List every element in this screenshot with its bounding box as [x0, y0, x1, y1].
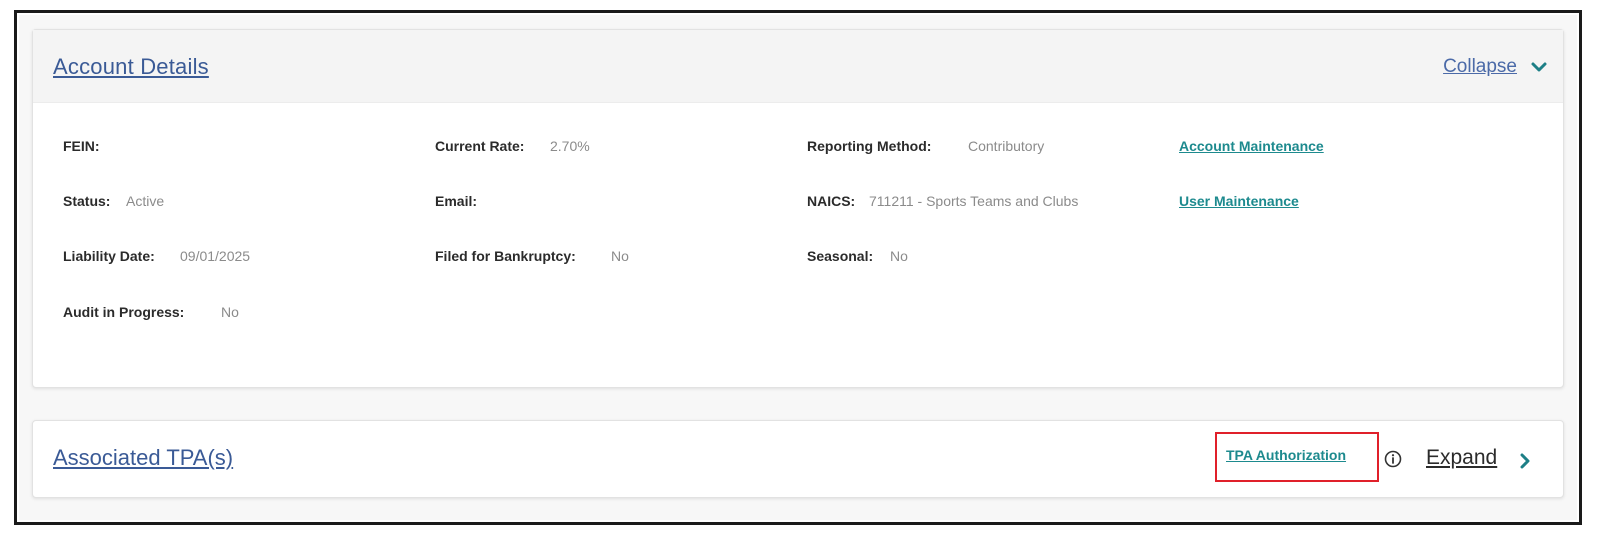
account-details-card: Account Details Collapse FEIN: Current R…: [32, 29, 1564, 388]
status-value: Active: [126, 193, 165, 209]
associated-tpa-title[interactable]: Associated TPA(s): [53, 445, 233, 471]
reporting-method-value: Contributory: [968, 138, 1045, 154]
liability-date-value: 09/01/2025: [180, 248, 251, 264]
liability-date-label: Liability Date:: [63, 248, 155, 264]
collapse-label[interactable]: Collapse: [1443, 56, 1517, 78]
audit-value: No: [221, 304, 239, 320]
page-background: Account Details Collapse FEIN: Current R…: [19, 15, 1577, 520]
filed-bankruptcy-label: Filed for Bankruptcy:: [435, 248, 576, 264]
account-details-title[interactable]: Account Details: [53, 54, 209, 80]
expand-label[interactable]: Expand: [1426, 446, 1497, 470]
fein-label: FEIN:: [63, 138, 100, 154]
filed-bankruptcy-value: No: [611, 248, 629, 264]
seasonal-value: No: [890, 248, 908, 264]
chevron-right-icon[interactable]: [1515, 451, 1535, 471]
collapse-toggle[interactable]: Collapse: [1443, 56, 1549, 78]
account-maintenance-link[interactable]: Account Maintenance: [1179, 138, 1324, 154]
info-icon[interactable]: [1383, 449, 1403, 469]
seasonal-label: Seasonal:: [807, 248, 874, 264]
user-maintenance-link[interactable]: User Maintenance: [1179, 193, 1299, 209]
current-rate-label: Current Rate:: [435, 138, 525, 154]
tpa-authorization-link[interactable]: TPA Authorization: [1226, 447, 1346, 463]
account-details-header: Account Details Collapse: [33, 30, 1563, 103]
current-rate-value: 2.70%: [550, 138, 590, 154]
naics-value: 711211 - Sports Teams and Clubs: [869, 193, 1079, 209]
screenshot-frame: Account Details Collapse FEIN: Current R…: [14, 10, 1582, 525]
email-label: Email:: [435, 193, 478, 209]
chevron-down-icon[interactable]: [1529, 57, 1549, 77]
status-label: Status:: [63, 193, 111, 209]
naics-label: NAICS:: [807, 193, 856, 209]
reporting-method-label: Reporting Method:: [807, 138, 932, 154]
associated-tpa-card: Associated TPA(s) TPA Authorization Expa…: [32, 420, 1564, 498]
audit-label: Audit in Progress:: [63, 304, 185, 320]
